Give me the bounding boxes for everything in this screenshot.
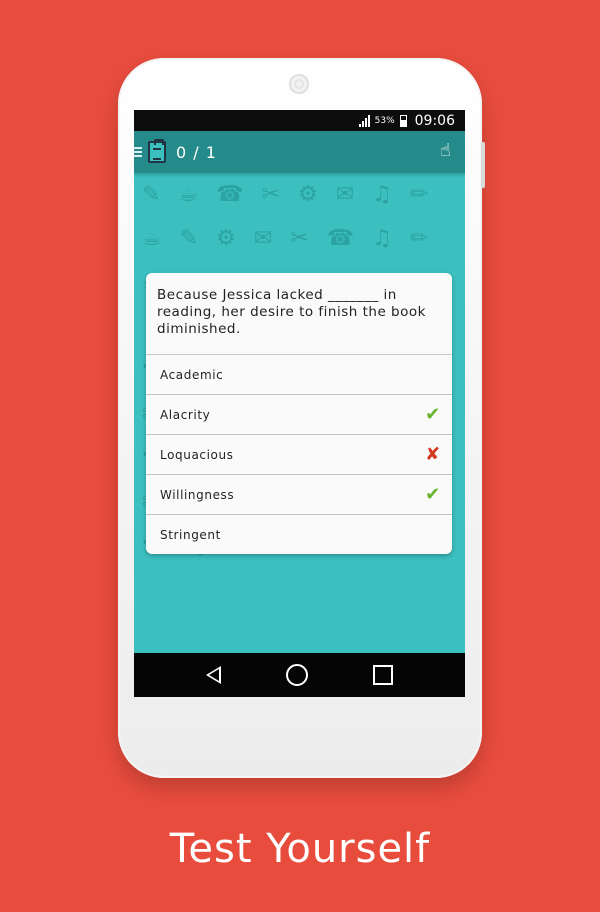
answer-option[interactable]: Academic xyxy=(146,355,452,395)
cross-icon: ✘ xyxy=(425,444,441,465)
phone-frame: 53% 09:06 ✎☕☎✂⚙✉♫✏☕✎⚙✉✂☎♫✏☕⚙✎✉☎✂♫✏⚙☕✎✉✂☎… xyxy=(118,58,485,778)
answer-option[interactable]: Loquacious ✘ xyxy=(146,435,452,475)
clipboard-icon xyxy=(148,139,166,163)
question-text: Because Jessica lacked _______ in readin… xyxy=(146,273,452,355)
answer-option[interactable]: Stringent xyxy=(146,515,452,554)
answer-option-label: Academic xyxy=(160,367,224,382)
back-icon[interactable] xyxy=(206,666,222,684)
power-button xyxy=(481,142,485,188)
answer-option-label: Stringent xyxy=(160,527,221,542)
answer-option-label: Loquacious xyxy=(160,447,234,462)
answer-option-label: Alacrity xyxy=(160,407,211,422)
app-toolbar: 0 / 1 ☝ xyxy=(134,131,465,173)
menu-icon[interactable] xyxy=(134,147,142,157)
navigation-bar xyxy=(134,653,465,697)
tagline: Test Yourself xyxy=(169,826,431,872)
battery-icon xyxy=(399,114,407,127)
recent-apps-icon[interactable] xyxy=(372,665,393,685)
status-bar: 53% 09:06 xyxy=(134,110,465,131)
answer-option[interactable]: Alacrity ✔ xyxy=(146,395,452,435)
home-icon[interactable] xyxy=(285,664,308,686)
question-card: Because Jessica lacked _______ in readin… xyxy=(146,273,452,554)
clock: 09:06 xyxy=(414,112,455,129)
front-speaker xyxy=(289,74,309,94)
answer-option[interactable]: Willingness ✔ xyxy=(146,475,452,515)
answer-option-label: Willingness xyxy=(160,487,235,502)
answer-options: Academic Alacrity ✔ Loquacious ✘ Willingness ✔… xyxy=(146,355,452,554)
phone-screen: 53% 09:06 ✎☕☎✂⚙✉♫✏☕✎⚙✉✂☎♫✏☕⚙✎✉☎✂♫✏⚙☕✎✉✂☎… xyxy=(134,110,465,697)
battery-percent: 53% xyxy=(374,115,395,126)
check-icon: ✔ xyxy=(425,404,441,425)
check-icon: ✔ xyxy=(425,484,441,505)
hand-pointer-icon[interactable]: ☝ xyxy=(440,140,451,161)
signal-icon xyxy=(358,114,370,127)
question-counter: 0 / 1 xyxy=(176,142,217,162)
